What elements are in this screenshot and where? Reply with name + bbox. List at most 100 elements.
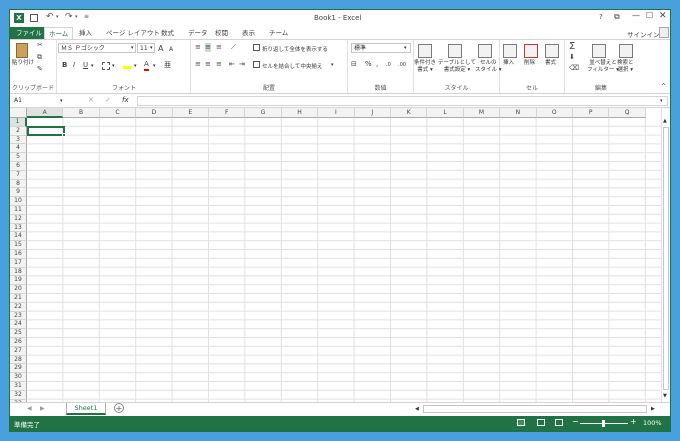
increase-indent-icon[interactable]: ⇥ [239,60,245,69]
decrease-decimal-icon[interactable]: .00 [398,61,406,70]
worksheet-grid[interactable]: ABCDEFGHIJKLMNOPQ 1 2 3 4 5 6 7 8 9 10 11 12 13 14 15 1… [10,108,661,402]
new-sheet-button[interactable]: + [114,403,124,413]
row-header[interactable]: 1 [10,118,27,127]
bold-button[interactable]: B [62,61,67,70]
page-break-view-icon[interactable] [555,419,563,426]
tab-review[interactable]: 校閲 [211,27,232,39]
row-header[interactable]: 24 [10,320,27,330]
column-header[interactable]: P [573,108,610,118]
ribbon-display-options-icon[interactable]: ⧉ [614,12,620,22]
align-right-icon[interactable]: ≡ [216,60,222,69]
font-color-button[interactable]: A [144,60,149,71]
cell-styles-icon[interactable] [478,44,492,58]
vertical-scrollbar[interactable]: ▲ ▼ [661,108,670,402]
column-header[interactable]: A [27,108,64,118]
wrap-text-button[interactable]: 折り返して全体を表示する [262,45,328,53]
column-header[interactable]: H [281,108,319,118]
row-header[interactable]: 32 [10,390,27,400]
shrink-font-button[interactable]: A [169,45,173,54]
delete-cells-button[interactable]: 削除 [524,60,535,67]
border-icon[interactable] [102,62,110,70]
row-header[interactable]: 21 [10,294,27,303]
row-header[interactable]: 6 [10,162,27,171]
comma-button[interactable]: , [376,60,378,69]
maximize-button[interactable]: ☐ [646,11,653,20]
sort-filter-button[interactable]: 並べ替えと フィルター ▾ [587,60,619,74]
column-header[interactable]: B [63,108,100,118]
align-top-icon[interactable]: ≡ [195,43,201,52]
align-bottom-icon[interactable]: ≡ [216,43,222,52]
row-header[interactable]: 7 [10,170,27,180]
clear-icon[interactable]: ⌫ [569,64,579,73]
format-as-table-button[interactable]: テーブルとして 書式設定 ▾ [438,60,476,74]
tab-view[interactable]: 表示 [238,27,259,39]
column-header[interactable]: Q [609,108,646,118]
format-cells-button[interactable]: 書式 [545,60,556,67]
enter-icon[interactable]: ✓ [105,96,111,104]
paste-icon[interactable] [16,43,28,58]
row-header[interactable]: 13 [10,223,27,233]
scroll-down-icon[interactable]: ▼ [663,393,667,399]
orientation-icon[interactable]: ⟋ [231,43,236,52]
merge-center-icon[interactable] [253,61,260,68]
font-name-select[interactable]: ＭＳ Ｐゴシック [58,43,136,53]
insert-function-button[interactable]: fx [122,96,129,104]
close-button[interactable]: ✕ [659,11,667,21]
column-header[interactable]: L [427,108,464,118]
format-painter-icon[interactable]: ✎ [37,65,43,74]
scroll-thumb[interactable] [663,127,669,390]
name-box[interactable]: A1 [12,96,66,106]
underline-button[interactable]: U [83,61,88,70]
column-header[interactable]: O [536,108,573,118]
insert-cells-icon[interactable] [503,44,517,58]
row-header[interactable]: 15 [10,241,27,250]
row-header[interactable]: 18 [10,267,27,277]
hscroll-right-icon[interactable]: ▶ [651,406,655,412]
phonetic-icon[interactable]: 亜 [164,61,171,70]
grow-font-button[interactable]: A [158,44,163,53]
format-as-table-icon[interactable] [448,44,462,58]
tab-insert[interactable]: 挿入 [75,27,96,39]
zoom-slider-thumb[interactable] [602,420,605,427]
minimize-button[interactable]: — [632,11,640,20]
column-header[interactable]: N [500,108,537,118]
row-header[interactable]: 28 [10,355,27,365]
fill-color-icon[interactable] [123,66,132,69]
column-header[interactable]: C [99,108,137,118]
tab-formulas[interactable]: 数式 [157,27,178,39]
insert-cells-button[interactable]: 挿入 [503,60,514,67]
find-select-icon[interactable] [619,44,633,58]
column-header[interactable]: D [136,108,173,118]
active-cell[interactable] [27,126,65,136]
prev-sheet-icon[interactable]: ◀ [27,405,32,412]
delete-cells-icon[interactable] [524,44,538,58]
italic-button[interactable]: I [73,61,75,70]
row-header[interactable]: 11 [10,206,27,215]
avatar[interactable] [659,27,669,38]
chevron-down-icon[interactable]: ▾ [60,98,63,104]
row-header[interactable]: 9 [10,188,27,198]
conditional-formatting-button[interactable]: 条件付き 書式 ▾ [414,60,436,74]
find-select-button[interactable]: 検索と 選択 ▾ [617,60,634,74]
zoom-level[interactable]: 100% [643,419,662,427]
cell-styles-button[interactable]: セルの スタイル ▾ [475,60,502,74]
column-header[interactable]: F [209,108,246,118]
paste-button[interactable]: 貼り付け [12,60,34,67]
hscroll-left-icon[interactable]: ◀ [415,406,419,412]
row-header[interactable]: 12 [10,214,27,224]
column-header[interactable]: E [172,108,209,118]
row-header[interactable]: 19 [10,276,27,286]
row-header[interactable]: 27 [10,346,27,356]
column-header[interactable]: J [354,108,391,118]
decrease-indent-icon[interactable]: ⇤ [229,60,235,69]
redo-dropdown-icon[interactable]: ▾ [75,14,78,20]
save-icon[interactable] [30,14,38,22]
row-header[interactable]: 3 [10,135,27,145]
column-header[interactable]: M [463,108,501,118]
horizontal-scrollbar[interactable] [423,405,647,413]
row-header[interactable]: 26 [10,338,27,347]
row-header[interactable]: 16 [10,250,27,259]
row-header[interactable]: 2 [10,126,27,136]
row-header[interactable]: 23 [10,311,27,321]
row-header[interactable]: 20 [10,285,27,294]
